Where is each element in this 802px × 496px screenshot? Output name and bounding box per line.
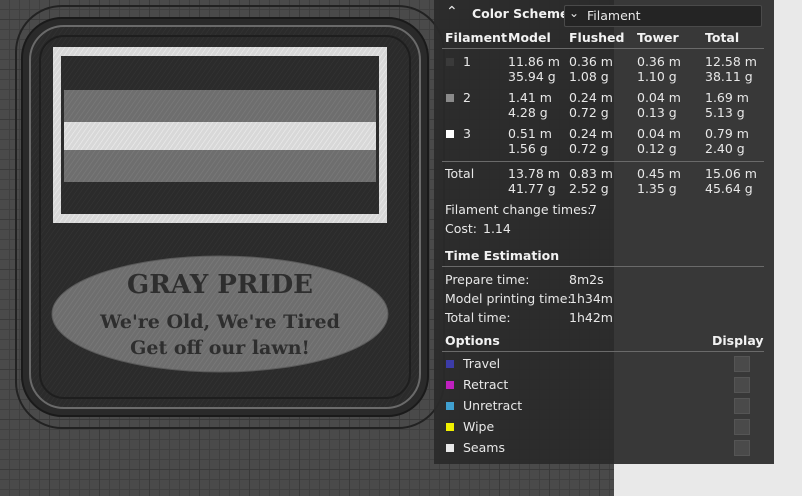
color-scheme-select[interactable]: ⌄ Filament bbox=[564, 5, 762, 27]
total-weight: 45.64 g bbox=[705, 181, 753, 196]
filament-change-value: 7 bbox=[589, 202, 597, 217]
model-weight: 35.94 g bbox=[508, 69, 556, 84]
col-header-model: Model bbox=[508, 30, 551, 45]
model-length: 11.86 m bbox=[508, 54, 560, 69]
total-time-value: 1h42m bbox=[569, 310, 613, 325]
time-estimation-heading: Time Estimation bbox=[445, 248, 560, 263]
unretract-color-swatch bbox=[446, 402, 454, 410]
display-heading: Display bbox=[712, 333, 764, 348]
tower-weight: 1.10 g bbox=[637, 69, 677, 84]
divider bbox=[442, 351, 764, 352]
col-header-flushed: Flushed bbox=[569, 30, 625, 45]
tower-weight: 0.12 g bbox=[637, 141, 677, 156]
filament-color-swatch bbox=[446, 58, 454, 66]
model-line2-text: Get off our lawn! bbox=[130, 337, 310, 359]
prepare-time-label: Prepare time: bbox=[445, 272, 530, 287]
retract-display-checkbox[interactable] bbox=[734, 377, 750, 393]
divider bbox=[442, 266, 764, 267]
color-scheme-value: Filament bbox=[587, 8, 641, 23]
chevron-down-icon: ⌄ bbox=[569, 6, 580, 20]
wipe-color-swatch bbox=[446, 423, 454, 431]
options-heading: Options bbox=[445, 333, 500, 348]
flushed-length: 0.24 m bbox=[569, 126, 613, 141]
model-weight: 41.77 g bbox=[508, 181, 556, 196]
total-length: 1.69 m bbox=[705, 90, 749, 105]
cost-value: 1.14 bbox=[483, 221, 511, 236]
collapse-chevron-icon[interactable]: ⌃ bbox=[446, 4, 458, 20]
unretract-display-checkbox[interactable] bbox=[734, 398, 750, 414]
tower-length: 0.45 m bbox=[637, 166, 681, 181]
seams-display-checkbox[interactable] bbox=[734, 440, 750, 456]
flushed-length: 0.83 m bbox=[569, 166, 613, 181]
flushed-weight: 0.72 g bbox=[569, 105, 609, 120]
col-header-filament: Filament bbox=[445, 30, 507, 45]
model-length: 1.41 m bbox=[508, 90, 552, 105]
total-weight: 38.11 g bbox=[705, 69, 753, 84]
flushed-length: 0.24 m bbox=[569, 90, 613, 105]
travel-color-swatch bbox=[446, 360, 454, 368]
filament-id: 1 bbox=[463, 54, 471, 69]
model-length: 0.51 m bbox=[508, 126, 552, 141]
flushed-weight: 2.52 g bbox=[569, 181, 609, 196]
legend-panel: ⌃ Color Scheme ⌄ Filament Filament Model… bbox=[434, 0, 774, 464]
divider bbox=[442, 48, 764, 49]
retract-color-swatch bbox=[446, 381, 454, 389]
tower-length: 0.04 m bbox=[637, 90, 681, 105]
col-header-tower: Tower bbox=[637, 30, 679, 45]
model-length: 13.78 m bbox=[508, 166, 560, 181]
tower-weight: 0.13 g bbox=[637, 105, 677, 120]
filament-change-label: Filament change times: bbox=[445, 202, 592, 217]
flushed-weight: 0.72 g bbox=[569, 141, 609, 156]
filament-id: 3 bbox=[463, 126, 471, 141]
total-length: 0.79 m bbox=[705, 126, 749, 141]
model-time-label: Model printing time: bbox=[445, 291, 572, 306]
flushed-length: 0.36 m bbox=[569, 54, 613, 69]
seams-color-swatch bbox=[446, 444, 454, 452]
model-weight: 1.56 g bbox=[508, 141, 548, 156]
option-label: Unretract bbox=[463, 398, 523, 413]
travel-display-checkbox[interactable] bbox=[734, 356, 750, 372]
option-label: Travel bbox=[463, 356, 501, 371]
filament-color-swatch bbox=[446, 130, 454, 138]
total-weight: 2.40 g bbox=[705, 141, 745, 156]
model-weight: 4.28 g bbox=[508, 105, 548, 120]
tower-weight: 1.35 g bbox=[637, 181, 677, 196]
total-time-label: Total time: bbox=[445, 310, 511, 325]
total-label: Total bbox=[445, 166, 475, 181]
option-label: Wipe bbox=[463, 419, 495, 434]
option-label: Seams bbox=[463, 440, 505, 455]
model-title-text: GRAY PRIDE bbox=[127, 270, 313, 300]
tower-length: 0.36 m bbox=[637, 54, 681, 69]
filament-id: 2 bbox=[463, 90, 471, 105]
total-weight: 5.13 g bbox=[705, 105, 745, 120]
model-line1-text: We're Old, We're Tired bbox=[99, 311, 340, 333]
color-scheme-label: Color Scheme bbox=[472, 6, 569, 21]
tower-length: 0.04 m bbox=[637, 126, 681, 141]
total-length: 12.58 m bbox=[705, 54, 757, 69]
wipe-display-checkbox[interactable] bbox=[734, 419, 750, 435]
flushed-weight: 1.08 g bbox=[569, 69, 609, 84]
option-label: Retract bbox=[463, 377, 509, 392]
filament-color-swatch bbox=[446, 94, 454, 102]
col-header-total: Total bbox=[705, 30, 740, 45]
model-time-value: 1h34m bbox=[569, 291, 613, 306]
total-length: 15.06 m bbox=[705, 166, 757, 181]
prepare-time-value: 8m2s bbox=[569, 272, 604, 287]
cost-label: Cost: bbox=[445, 221, 478, 236]
divider bbox=[442, 161, 764, 162]
